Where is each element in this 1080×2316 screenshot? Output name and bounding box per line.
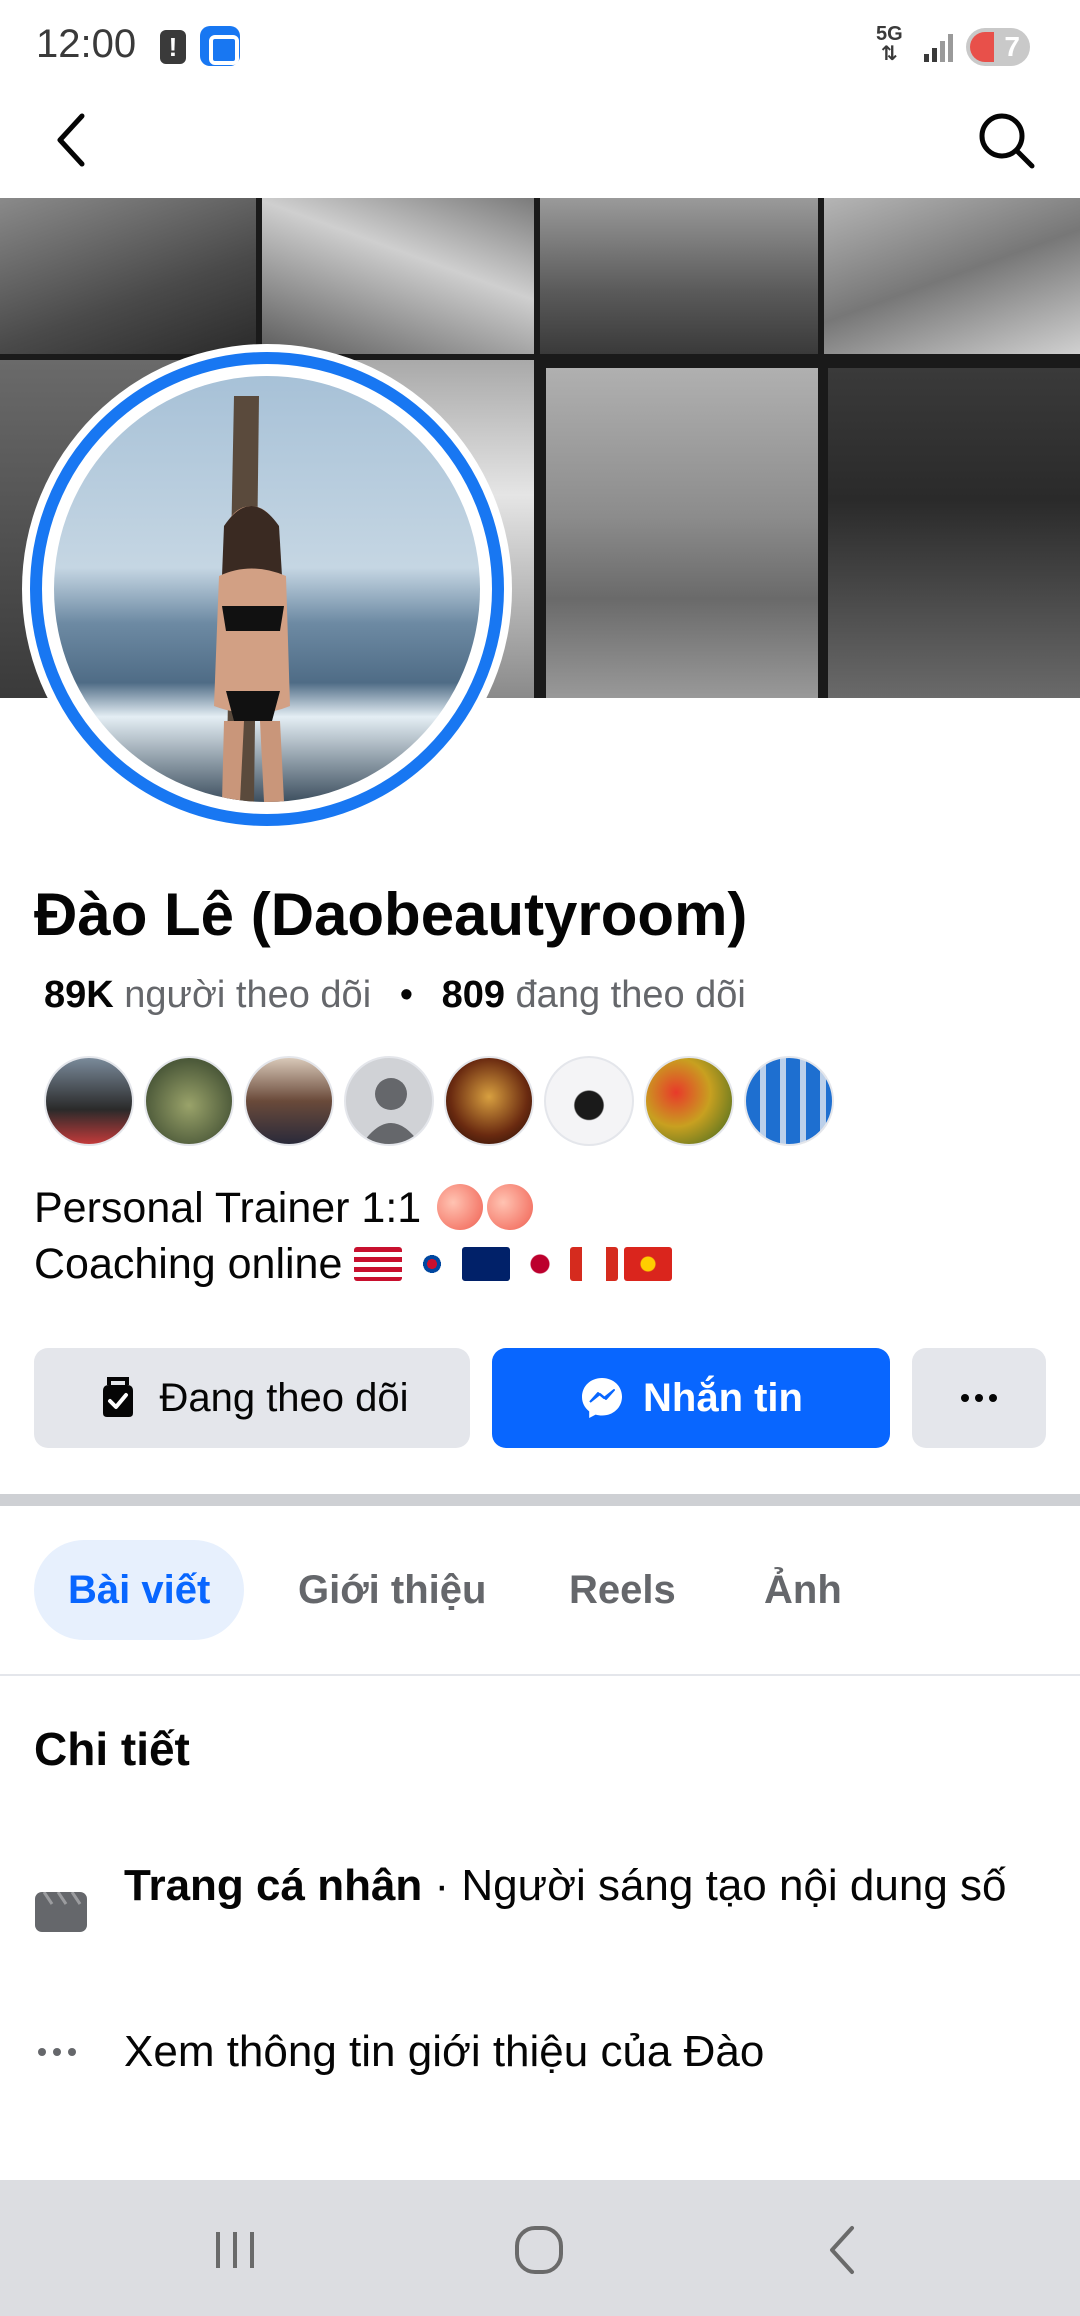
- detail-page-type-text: Trang cá nhân · Người sáng tạo nội dung …: [124, 1854, 1044, 1918]
- message-button-label: Nhắn tin: [643, 1375, 803, 1420]
- follow-stats[interactable]: 89K người theo dõi • 809 đang theo dõi: [44, 974, 746, 1017]
- cover-tile: [262, 198, 534, 354]
- signal-icon: [924, 34, 953, 62]
- status-bar: 12:00 5G⇅ 7: [0, 0, 1080, 92]
- japan-flag-icon: [516, 1247, 565, 1281]
- battery-level: 7: [1004, 31, 1020, 62]
- followers-label: người theo dõi: [124, 974, 372, 1016]
- cover-tile: [828, 368, 1080, 698]
- default-user-icon: [362, 1078, 420, 1144]
- avatar-illustration: [214, 396, 290, 802]
- clapperboard-icon: [35, 1891, 87, 1932]
- us-flag-icon: [354, 1247, 403, 1281]
- following-check-icon: [103, 1377, 134, 1417]
- peach-emoji-icon: [437, 1184, 484, 1230]
- followers-count: 89K: [44, 974, 114, 1016]
- friend-avatar[interactable]: [144, 1056, 234, 1146]
- following-label: đang theo dõi: [515, 974, 746, 1016]
- bio-line-1: Personal Trainer 1:1: [34, 1180, 678, 1236]
- detail-see-more[interactable]: Xem thông tin giới thiệu của Đào: [34, 2020, 1044, 2090]
- tabs-divider: [0, 1674, 1080, 1676]
- alert-icon: [160, 30, 186, 64]
- tab-about[interactable]: Giới thiệu: [298, 1540, 486, 1640]
- bio-line-2: Coaching online: [34, 1236, 678, 1292]
- message-button[interactable]: Nhắn tin: [492, 1348, 890, 1448]
- friend-avatar[interactable]: [444, 1056, 534, 1146]
- home-icon[interactable]: [504, 2220, 574, 2280]
- search-icon[interactable]: [976, 110, 1036, 170]
- back-icon[interactable]: [808, 2220, 878, 2280]
- friend-avatar[interactable]: [44, 1056, 134, 1146]
- chevron-left-icon[interactable]: [44, 110, 104, 170]
- friend-avatar[interactable]: [744, 1056, 834, 1146]
- following-count: 809: [441, 974, 505, 1016]
- detail-page-type: Trang cá nhân · Người sáng tạo nội dung …: [34, 1854, 1044, 1994]
- avatar-photo: [54, 376, 480, 802]
- battery-icon: 7: [966, 28, 1030, 66]
- more-dots-icon: [961, 1394, 997, 1402]
- peach-emoji-icon: [487, 1184, 534, 1230]
- more-dots-icon: [38, 2048, 76, 2056]
- details-title: Chi tiết: [34, 1723, 190, 1775]
- network-icon: 5G ⇅: [876, 23, 903, 65]
- profile-name: Đào Lê (Daobeautyroom): [34, 881, 748, 948]
- profile-avatar[interactable]: [22, 344, 512, 834]
- cover-tile: [824, 198, 1080, 354]
- friend-avatar[interactable]: [544, 1056, 634, 1146]
- messenger-icon: [582, 1378, 622, 1418]
- status-time: 12:00: [36, 22, 137, 66]
- see-more-about-link[interactable]: Xem thông tin giới thiệu của Đào: [124, 2020, 1044, 2084]
- profile-bio: Personal Trainer 1:1 Coaching online: [34, 1180, 678, 1292]
- more-options-button[interactable]: [912, 1348, 1046, 1448]
- tab-posts[interactable]: Bài viết: [34, 1540, 245, 1640]
- tab-photos[interactable]: Ảnh: [764, 1540, 842, 1640]
- following-button-label: Đang theo dõi: [159, 1375, 409, 1420]
- recent-apps-icon[interactable]: [200, 2220, 270, 2280]
- detail-page-type-value: · Người sáng tạo nội dung số: [422, 1861, 1007, 1910]
- stats-separator: •: [399, 974, 414, 1016]
- tab-reels[interactable]: Reels: [569, 1540, 676, 1640]
- app-notification-icon: [200, 26, 240, 66]
- following-button[interactable]: Đang theo dõi: [34, 1348, 470, 1448]
- friend-avatar[interactable]: [644, 1056, 734, 1146]
- system-nav-bar: [0, 2180, 1080, 2316]
- section-divider: [0, 1494, 1080, 1506]
- cover-tile: [540, 198, 818, 354]
- australia-flag-icon: [462, 1247, 511, 1281]
- friend-avatar[interactable]: [244, 1056, 334, 1146]
- cover-tile: [546, 368, 818, 698]
- canada-flag-icon: [570, 1247, 619, 1281]
- vietnam-flag-icon: [624, 1247, 673, 1281]
- friend-avatar[interactable]: [344, 1056, 434, 1146]
- detail-page-type-label: Trang cá nhân: [124, 1861, 423, 1910]
- korea-flag-icon: [408, 1247, 457, 1281]
- top-nav: [0, 92, 1080, 198]
- cover-tile: [0, 198, 256, 354]
